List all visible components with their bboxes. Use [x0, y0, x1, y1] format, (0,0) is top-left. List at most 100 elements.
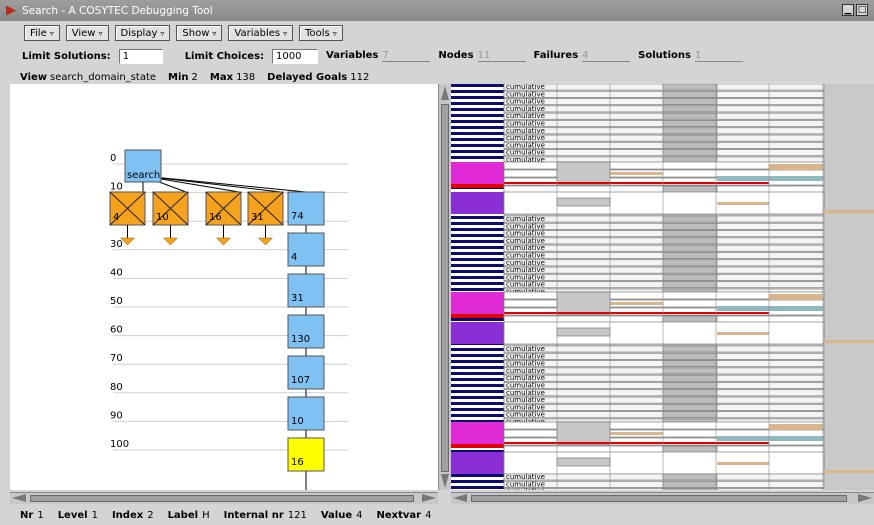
menu-arrow-icon: ▿	[283, 28, 288, 38]
limits-bar: Limit Solutions: 1 Limit Choices: 1000 V…	[22, 48, 743, 64]
constraint-cell	[662, 411, 718, 419]
constraint-cell	[662, 274, 718, 281]
tan-bar	[610, 432, 663, 435]
maximize-button[interactable]: □	[856, 4, 868, 16]
variable-stripe	[451, 369, 504, 372]
variable-stripe	[451, 231, 504, 234]
variable-stripe	[451, 261, 504, 264]
domain-row	[503, 169, 825, 178]
constraint-cell	[662, 149, 718, 156]
failed-subtree-marker-icon	[257, 237, 274, 246]
horizontal-scrollbar-right[interactable]	[451, 492, 874, 504]
min-info: Min 2	[168, 72, 198, 83]
scroll-up-icon[interactable]	[441, 86, 449, 100]
limit-choices-field[interactable]: 1000	[272, 48, 319, 64]
scroll-down-icon[interactable]	[441, 474, 449, 488]
menu-file[interactable]: File ▿	[24, 25, 60, 41]
domain-row	[503, 321, 825, 345]
variable-stripe	[451, 252, 504, 255]
level-label: 90	[110, 410, 123, 421]
status-internal-nr: Internal nr 121	[224, 510, 307, 521]
title-bar: Search - A COSYTEC Debugging Tool ▁ □	[0, 0, 874, 21]
variable-stripe	[451, 486, 504, 489]
solutions-count-label: Solutions	[638, 50, 691, 61]
scroll-thumb[interactable]	[441, 104, 449, 472]
menu-view[interactable]: View ▿	[65, 25, 109, 41]
domain-cell	[556, 161, 611, 185]
constraint-cell	[662, 345, 718, 353]
menu-variables[interactable]: Variables ▿	[228, 25, 294, 41]
variable-stripe	[451, 288, 504, 291]
scroll-thumb[interactable]	[30, 495, 414, 502]
tree-node-label: 10	[291, 416, 304, 427]
menu-arrow-icon: ▿	[49, 28, 54, 38]
scroll-thumb[interactable]	[471, 495, 847, 502]
scroll-right-icon[interactable]	[422, 494, 436, 502]
menu-label: View	[71, 27, 96, 39]
delayed-goals-value: 112	[350, 72, 370, 83]
domain-state-panel[interactable]: cumulative cumulative cumulative cumulative…	[451, 84, 874, 490]
limit-solutions-field[interactable]: 1	[118, 48, 163, 64]
vertical-scrollbar[interactable]	[438, 84, 451, 490]
constraint-cell	[662, 252, 718, 259]
constraint-cell	[662, 374, 718, 382]
view-info: View search_domain_state	[20, 72, 156, 83]
menu-tools[interactable]: Tools ▿	[299, 25, 343, 41]
scroll-left-icon[interactable]	[453, 494, 467, 502]
constraint-cell	[662, 134, 718, 142]
teal-bar	[717, 306, 769, 311]
constraint-cell	[662, 389, 718, 397]
constraint-cell	[662, 352, 718, 360]
domain-state-grid: cumulativecumulativecumulativecumulative…	[451, 84, 874, 490]
variables-label: Variables	[326, 50, 379, 61]
tan-bar	[769, 164, 823, 170]
variable-stripe	[451, 117, 504, 120]
teal-bar	[717, 176, 769, 181]
status-nr: Nr 1	[20, 510, 44, 521]
domain-row	[503, 299, 825, 308]
scroll-right-icon[interactable]	[858, 494, 872, 502]
failed-node-label: 31	[251, 212, 264, 223]
tan-bar	[610, 172, 663, 175]
variable-stripe	[451, 408, 504, 411]
min-label: Min	[168, 72, 189, 83]
constraint-cell	[662, 120, 718, 127]
variable-stripe	[451, 120, 504, 123]
variable-stripe	[451, 480, 504, 483]
menu-show[interactable]: Show ▿	[176, 25, 223, 41]
purple-block	[451, 322, 504, 344]
tree-node-label: 74	[291, 211, 304, 222]
status-nextvar-value: 4	[425, 510, 432, 521]
teal-bar	[769, 306, 823, 311]
horizontal-scrollbar-left[interactable]	[10, 492, 438, 504]
variable-stripe	[451, 225, 504, 228]
search-tree-panel[interactable]: 0102030405060708090100search410163174431…	[10, 84, 438, 490]
variable-stripe	[451, 375, 504, 378]
domain-row	[503, 451, 825, 475]
variable-stripe	[451, 363, 504, 366]
variable-stripe	[451, 276, 504, 279]
search-tree[interactable]: 0102030405060708090100search410163174431…	[10, 84, 438, 490]
scroll-left-icon[interactable]	[12, 494, 26, 502]
solutions-count-value: 1	[694, 50, 743, 62]
constraint-cell	[662, 215, 718, 223]
variable-stripe	[451, 273, 504, 276]
variable-stripe	[451, 366, 504, 369]
nodes-count: Nodes 11	[438, 50, 526, 62]
tree-node-label: 107	[291, 375, 310, 386]
menu-arrow-icon: ▿	[160, 28, 165, 38]
variable-stripe	[451, 282, 504, 285]
minimize-button[interactable]: ▁	[842, 4, 854, 16]
status-index-value: 2	[147, 510, 154, 521]
variable-stripe	[451, 279, 504, 282]
variable-stripe	[451, 129, 504, 132]
variable-stripe	[451, 102, 504, 105]
menu-bar: File ▿ View ▿ Display ▿ Show ▿ Variables ▿ To…	[24, 25, 343, 41]
failed-subtree-marker-icon	[215, 237, 232, 246]
variable-stripe	[451, 357, 504, 360]
variable-stripe	[451, 90, 504, 93]
menu-display[interactable]: Display ▿	[114, 25, 171, 41]
variable-stripe	[451, 240, 504, 243]
constraint-cell	[662, 360, 718, 367]
red-block	[451, 444, 504, 448]
